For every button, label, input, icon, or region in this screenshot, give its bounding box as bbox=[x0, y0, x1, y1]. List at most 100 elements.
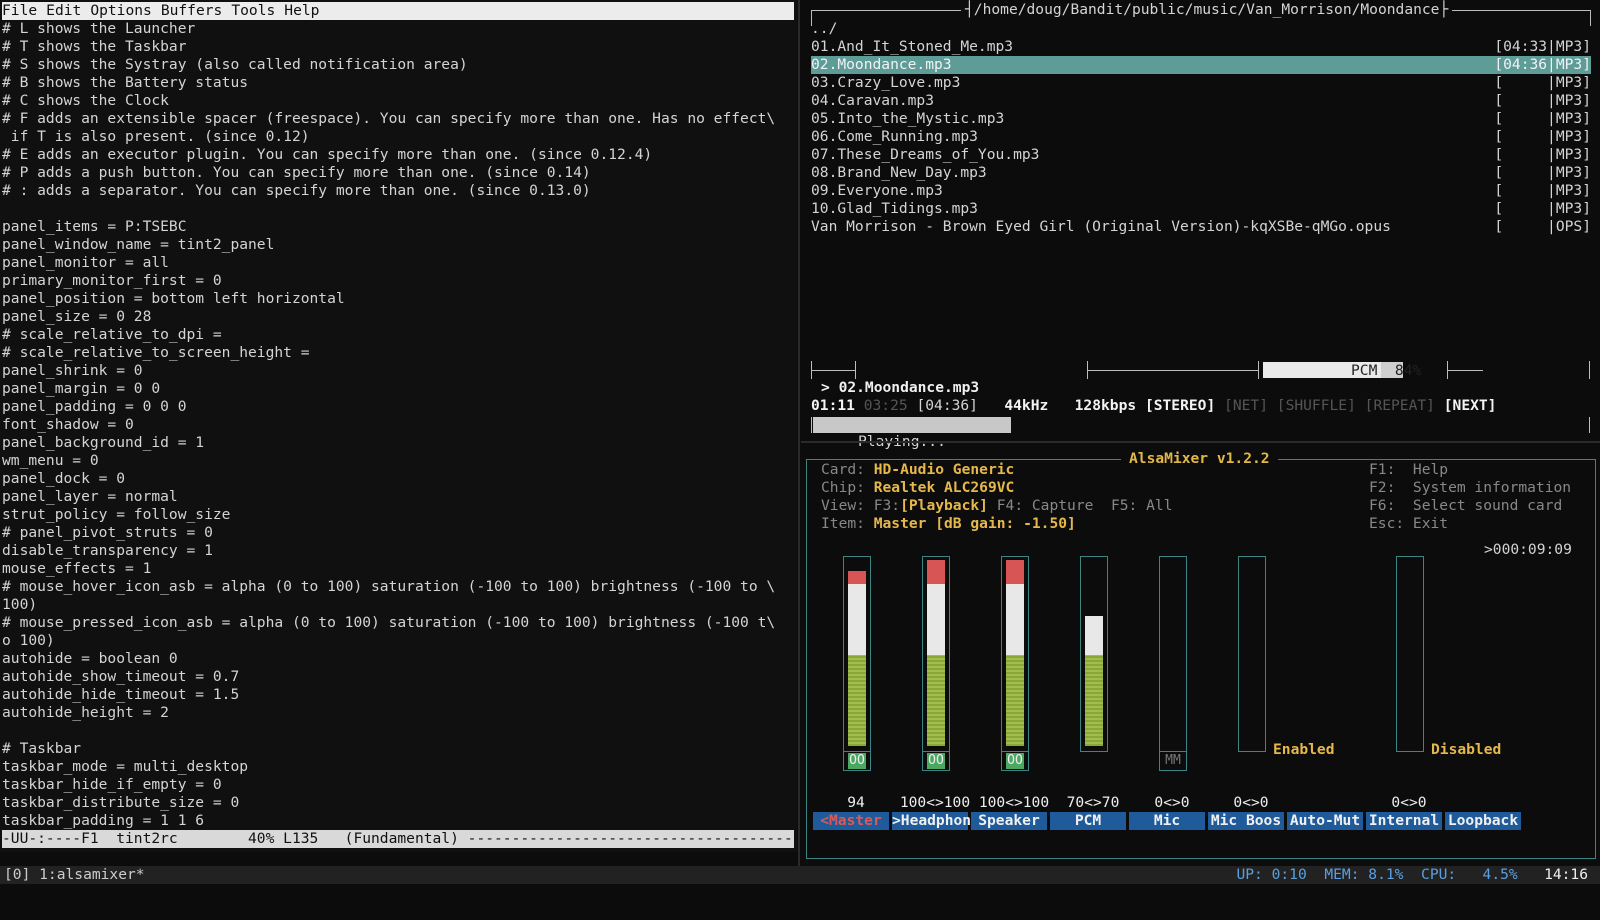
status-tick bbox=[855, 361, 856, 379]
mute-indicator-muted[interactable]: MM bbox=[1159, 751, 1187, 771]
channel-label-internal[interactable]: Internal bbox=[1366, 812, 1442, 830]
file-name: Van Morrison - Brown Eyed Girl (Original… bbox=[811, 218, 1391, 235]
buffer-line: taskbar_padding = 1 1 6 bbox=[2, 812, 205, 829]
channel-label-pcm[interactable]: PCM bbox=[1050, 812, 1126, 830]
next-toggle[interactable]: [NEXT] bbox=[1444, 397, 1497, 414]
chip-value: Realtek ALC269VC bbox=[873, 479, 1015, 496]
file-name: 07.These_Dreams_of_You.mp3 bbox=[811, 146, 1040, 163]
file-row[interactable]: 07.These_Dreams_of_You.mp3 [ |MP3] bbox=[811, 146, 1591, 164]
pane-divider-horizontal[interactable] bbox=[801, 441, 1600, 443]
cmus-player: ┤/home/doug/Bandit/public/music/Van_Morr… bbox=[801, 0, 1600, 558]
channel-label-speaker[interactable]: Speaker bbox=[971, 812, 1047, 830]
cpu-value: 4.5% bbox=[1482, 866, 1518, 883]
item-value: Master [dB gain: -1.50] bbox=[873, 515, 1076, 532]
file-row[interactable]: 08.Brand_New_Day.mp3 [ |MP3] bbox=[811, 164, 1591, 182]
menu-buffers[interactable]: Buffers bbox=[161, 2, 223, 19]
card-value: HD-Audio Generic bbox=[873, 461, 1015, 478]
file-row[interactable]: 01.And_It_Stoned_Me.mp3 [04:33|MP3] bbox=[811, 38, 1591, 56]
buffer-line: disable_transparency = 1 bbox=[2, 542, 213, 559]
meter-segment-green bbox=[848, 655, 866, 746]
status-line-right bbox=[1447, 370, 1483, 371]
buffer-line: taskbar_mode = multi_desktop bbox=[2, 758, 249, 775]
bitrate: 128kbps bbox=[1074, 397, 1137, 414]
file-row[interactable]: 05.Into_the_Mystic.mp3 [ |MP3] bbox=[811, 110, 1591, 128]
buffer-line: # L shows the Launcher bbox=[2, 20, 196, 37]
file-row[interactable]: 10.Glad_Tidings.mp3 [ |MP3] bbox=[811, 200, 1591, 218]
net-toggle[interactable]: [NET] bbox=[1224, 397, 1268, 414]
buffer-line: panel_margin = 0 0 bbox=[2, 380, 161, 397]
pane-divider-vertical[interactable] bbox=[798, 0, 800, 866]
file-row[interactable]: 04.Caravan.mp3 [ |MP3] bbox=[811, 92, 1591, 110]
file-duration: [ |MP3] bbox=[1494, 128, 1591, 145]
buffer-line: # panel_pivot_struts = 0 bbox=[2, 524, 213, 541]
key-system-info: F2: System information bbox=[1369, 479, 1572, 496]
tmux-window-list[interactable]: [0] 1:alsamixer* bbox=[4, 866, 145, 884]
directory-path: ┤/home/doug/Bandit/public/music/Van_Morr… bbox=[961, 1, 1453, 19]
mute-indicator-on[interactable]: OO bbox=[843, 751, 871, 771]
mute-indicator-text: OO bbox=[927, 753, 945, 769]
view-other-modes[interactable]: F4: Capture F5: All bbox=[988, 497, 1173, 514]
buffer-line: # Taskbar bbox=[2, 740, 82, 757]
file-name: 04.Caravan.mp3 bbox=[811, 92, 935, 109]
volume-meter-internal[interactable] bbox=[1396, 556, 1424, 752]
file-duration: [ |MP3] bbox=[1494, 146, 1591, 163]
pcm-volume-bar[interactable]: PCM 84% bbox=[1263, 362, 1421, 379]
channel-label-headphon[interactable]: >Headphon bbox=[892, 812, 971, 830]
file-row[interactable]: 03.Crazy_Love.mp3 [ |MP3] bbox=[811, 74, 1591, 92]
stereo-flag: [STEREO] bbox=[1144, 397, 1216, 414]
shuffle-toggle[interactable]: [SHUFFLE] bbox=[1277, 397, 1356, 414]
file-row[interactable]: ../ bbox=[811, 20, 1591, 38]
channel-label-master[interactable]: <Master bbox=[813, 812, 889, 830]
item-info: Item: Master [dB gain: -1.50] bbox=[821, 515, 1076, 533]
file-row-selected[interactable]: 02.Moondance.mp3 [04:36|MP3] bbox=[811, 56, 1591, 74]
buffer-line: # B shows the Battery status bbox=[2, 74, 249, 91]
volume-meter-headphon[interactable] bbox=[922, 556, 950, 752]
file-row[interactable]: 09.Everyone.mp3 [ |MP3] bbox=[811, 182, 1591, 200]
status-tick bbox=[1087, 361, 1088, 379]
channel-label-loopback[interactable]: Loopback bbox=[1445, 812, 1521, 830]
meter-segment-red bbox=[1006, 560, 1024, 584]
volume-meter-pcm[interactable] bbox=[1080, 556, 1108, 752]
seek-bar-fill bbox=[813, 417, 1011, 433]
file-row[interactable]: Van Morrison - Brown Eyed Girl (Original… bbox=[811, 218, 1591, 236]
channel-label-micboos[interactable]: Mic Boos bbox=[1208, 812, 1284, 830]
menu-options[interactable]: Options bbox=[90, 2, 152, 19]
channel-label-auto-mut[interactable]: Auto-Mut bbox=[1287, 812, 1363, 830]
repeat-toggle[interactable]: [REPEAT] bbox=[1365, 397, 1435, 414]
card-info: Card: HD-Audio Generic bbox=[821, 461, 1014, 479]
channel-label-mic[interactable]: Mic bbox=[1129, 812, 1205, 830]
meter-segment-red bbox=[927, 560, 945, 584]
key-select-card: F6: Select sound card bbox=[1369, 497, 1563, 514]
menu-edit[interactable]: Edit bbox=[46, 2, 81, 19]
volume-meter-speaker[interactable] bbox=[1001, 556, 1029, 752]
volume-meter-mic[interactable] bbox=[1159, 556, 1187, 752]
view-playback[interactable]: [Playback] bbox=[900, 497, 988, 514]
buffer-line: mouse_effects = 1 bbox=[2, 560, 152, 577]
menu-tools[interactable]: Tools bbox=[231, 2, 275, 19]
remaining-time: 03:25 bbox=[863, 397, 908, 414]
file-list: ../01.And_It_Stoned_Me.mp3 [04:33|MP3] 02.… bbox=[811, 20, 1591, 236]
mute-indicator-on[interactable]: OO bbox=[922, 751, 950, 771]
buffer-line: # scale_relative_to_screen_height = bbox=[2, 344, 310, 361]
track-duration: [04:36] bbox=[916, 397, 978, 414]
view-f3: F3: bbox=[873, 497, 901, 514]
channel-value: 0<>0 bbox=[1233, 794, 1269, 811]
seek-bar[interactable] bbox=[813, 417, 1583, 433]
key-exit: Esc: Exit bbox=[1369, 515, 1449, 532]
buffer-line: panel_dock = 0 bbox=[2, 470, 126, 487]
mem-key: MEM: bbox=[1324, 866, 1360, 883]
volume-meter-micboos[interactable] bbox=[1238, 556, 1266, 752]
buffer-line: # mouse_hover_icon_asb = alpha (0 to 100… bbox=[2, 578, 776, 595]
buffer-line: # E adds an executor plugin. You can spe… bbox=[2, 146, 653, 163]
file-row[interactable]: 06.Come_Running.mp3 [ |MP3] bbox=[811, 128, 1591, 146]
buffer-line: panel_layer = normal bbox=[2, 488, 178, 505]
menu-file[interactable]: File bbox=[2, 2, 37, 19]
sample-rate: 44kHz bbox=[1004, 397, 1049, 414]
buffer-line: primary_monitor_first = 0 bbox=[2, 272, 222, 289]
emacs-buffer[interactable]: # L shows the Launcher # T shows the Task… bbox=[2, 20, 795, 830]
volume-meter-master[interactable] bbox=[843, 556, 871, 752]
mute-indicator-text: OO bbox=[848, 753, 866, 769]
tmux-system-stats: UP: 0:10 MEM: 8.1% CPU: 4.5% 14:16 bbox=[1236, 866, 1588, 884]
menu-help[interactable]: Help bbox=[284, 2, 319, 19]
mute-indicator-on[interactable]: OO bbox=[1001, 751, 1029, 771]
